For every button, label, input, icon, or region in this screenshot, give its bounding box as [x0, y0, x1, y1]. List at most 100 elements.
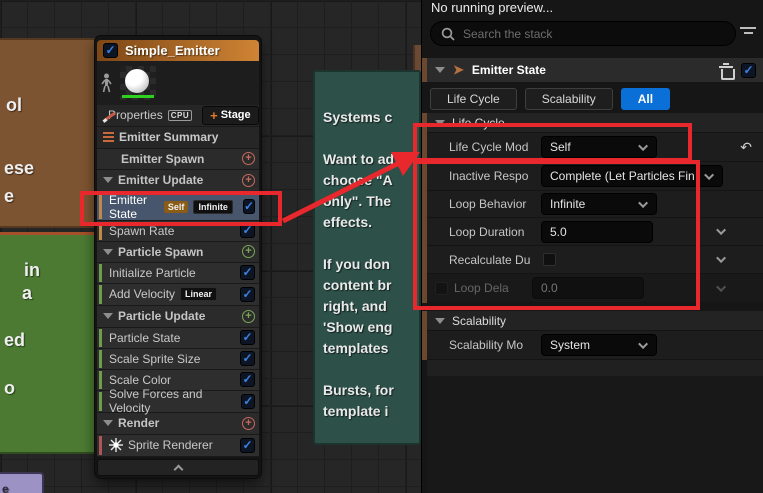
emitter-state-header-label: Emitter State [472, 63, 711, 77]
emitter-state-header[interactable]: ➤ Emitter State ✓ [427, 58, 763, 82]
infinite-badge[interactable]: Infinite [193, 200, 233, 214]
particle-state-row[interactable]: Particle State ✓ [97, 328, 259, 349]
note-text-fragment: ese [4, 158, 34, 179]
loop-behavior-row: Loop Behavior Infinite [427, 191, 763, 218]
tab-all[interactable]: All [621, 88, 670, 110]
life-cycle-mode-dropdown[interactable]: Self [541, 136, 657, 158]
sticky-note-purple[interactable]: e [0, 472, 44, 493]
expander-icon[interactable] [103, 249, 113, 255]
module-icon: ➤ [453, 62, 464, 78]
emitter-node[interactable]: ✓ Simple_Emitter Properties CPU [95, 36, 261, 478]
expander-icon[interactable] [435, 120, 445, 126]
solve-forces-row[interactable]: Solve Forces and Velocity ✓ [97, 391, 259, 413]
note-text-fragment: in [24, 260, 40, 281]
plus-icon: + [210, 108, 218, 123]
scalability-section[interactable]: Scalability [427, 311, 763, 331]
life-cycle-section[interactable]: Life Cycle [427, 113, 763, 133]
loop-delay-label: Loop Dela [454, 281, 526, 295]
add-module-icon[interactable]: + [242, 310, 255, 323]
inactive-response-label: Inactive Respo [449, 169, 535, 183]
emitter-update-label: Emitter Update [118, 173, 203, 187]
solve-forces-checkbox[interactable]: ✓ [241, 394, 255, 409]
emitter-thumbnail-row [97, 61, 259, 104]
sprite-renderer-checkbox[interactable]: ✓ [240, 438, 255, 453]
loop-duration-label: Loop Duration [449, 225, 535, 239]
particle-spawn-section[interactable]: Particle Spawn + [97, 242, 259, 263]
initialize-particle-checkbox[interactable]: ✓ [240, 265, 255, 280]
sticky-note-teal[interactable]: Systems c Want to ad choose "A only". Th… [313, 70, 421, 445]
emitter-update-section[interactable]: Emitter Update + [97, 170, 259, 192]
emitter-node-header[interactable]: ✓ Simple_Emitter [97, 40, 259, 61]
module-enabled-checkbox[interactable]: ✓ [741, 63, 756, 78]
loop-duration-input[interactable] [541, 221, 653, 243]
filter-tabs: Life Cycle Scalability All [430, 88, 670, 110]
expander-icon[interactable] [103, 420, 113, 426]
inactive-response-row: Inactive Respo Complete (Let Particles F… [427, 162, 763, 191]
chevron-down-icon[interactable] [716, 225, 726, 235]
scale-sprite-size-label: Scale Sprite Size [109, 352, 200, 366]
loop-duration-row: Loop Duration [427, 218, 763, 246]
emitter-spawn-section[interactable]: Emitter Spawn + [97, 149, 259, 170]
scale-color-label: Scale Color [109, 373, 171, 387]
expander-icon[interactable] [103, 177, 113, 183]
note-text-fragment: o [4, 378, 15, 399]
material-thumbnail[interactable] [120, 66, 156, 100]
emitter-enabled-checkbox[interactable]: ✓ [103, 43, 118, 58]
search-input[interactable] [463, 27, 693, 41]
expander-icon[interactable] [103, 313, 113, 319]
search-bar[interactable] [430, 21, 736, 46]
emitter-summary-row[interactable]: Emitter Summary [97, 127, 259, 149]
expander-icon[interactable] [435, 318, 445, 324]
panel-strip [427, 360, 763, 376]
loop-delay-row: Loop Dela [427, 274, 763, 303]
add-module-icon[interactable]: + [242, 174, 255, 187]
note-text-fragment: e [4, 186, 14, 207]
emitter-summary-label: Emitter Summary [119, 130, 218, 144]
linear-badge[interactable]: Linear [180, 287, 217, 301]
render-section[interactable]: Render + [97, 413, 259, 435]
scalability-section-label: Scalability [452, 314, 506, 328]
loop-delay-input[interactable] [532, 277, 644, 299]
life-cycle-section-label: Life Cycle [452, 116, 505, 130]
delete-module-icon[interactable] [719, 63, 733, 78]
loop-behavior-dropdown[interactable]: Infinite [541, 193, 657, 215]
inactive-response-dropdown[interactable]: Complete (Let Particles Fin [541, 165, 723, 187]
add-velocity-checkbox[interactable]: ✓ [240, 287, 255, 302]
particle-state-checkbox[interactable]: ✓ [240, 330, 255, 345]
add-module-icon[interactable]: + [242, 152, 255, 165]
add-module-icon[interactable]: + [242, 245, 255, 258]
add-stage-button[interactable]: + Stage [202, 106, 259, 125]
spawn-rate-checkbox[interactable]: ✓ [240, 223, 255, 238]
properties-label: Properties [108, 108, 163, 122]
particle-update-section[interactable]: Particle Update + [97, 306, 259, 328]
collapse-node-button[interactable] [97, 459, 259, 476]
emitter-state-checkbox[interactable]: ✓ [243, 199, 255, 214]
properties-row[interactable]: Properties CPU + Stage [97, 105, 259, 127]
filter-icon[interactable] [739, 27, 757, 34]
tab-life-cycle[interactable]: Life Cycle [430, 88, 517, 110]
sprite-renderer-row[interactable]: Sprite Renderer ✓ [97, 435, 259, 457]
selection-stack-panel: No running preview... ➤ Emitter State ✓ … [421, 0, 763, 493]
spawn-rate-row[interactable]: Spawn Rate ✓ [97, 221, 259, 242]
reset-to-default-icon[interactable]: ↶ [740, 139, 752, 156]
panel-empty-area [427, 376, 763, 493]
emitter-state-label: Emitter State [109, 193, 159, 221]
expander-icon[interactable] [435, 67, 445, 73]
scalability-mode-dropdown[interactable]: System [541, 334, 657, 356]
graph-canvas[interactable]: ol ese e in a ed o e Systems c Want to a… [0, 0, 421, 493]
scale-sprite-size-checkbox[interactable]: ✓ [240, 351, 255, 366]
scale-sprite-size-row[interactable]: Scale Sprite Size ✓ [97, 349, 259, 370]
add-velocity-row[interactable]: Add Velocity Linear ✓ [97, 284, 259, 306]
initialize-particle-row[interactable]: Initialize Particle ✓ [97, 263, 259, 284]
scale-color-checkbox[interactable]: ✓ [240, 372, 255, 387]
chevron-down-icon[interactable] [716, 282, 726, 292]
initialize-particle-label: Initialize Particle [109, 266, 196, 280]
recalculate-duration-checkbox[interactable] [543, 253, 556, 266]
chevron-down-icon[interactable] [716, 253, 726, 263]
add-renderer-icon[interactable]: + [242, 417, 255, 430]
loop-delay-enable-checkbox[interactable] [435, 282, 448, 295]
emitter-state-row[interactable]: Emitter State Self Infinite ✓ [97, 194, 259, 221]
tab-scalability[interactable]: Scalability [525, 88, 613, 110]
self-badge[interactable]: Self [164, 201, 189, 213]
sphere-preview [125, 69, 149, 93]
